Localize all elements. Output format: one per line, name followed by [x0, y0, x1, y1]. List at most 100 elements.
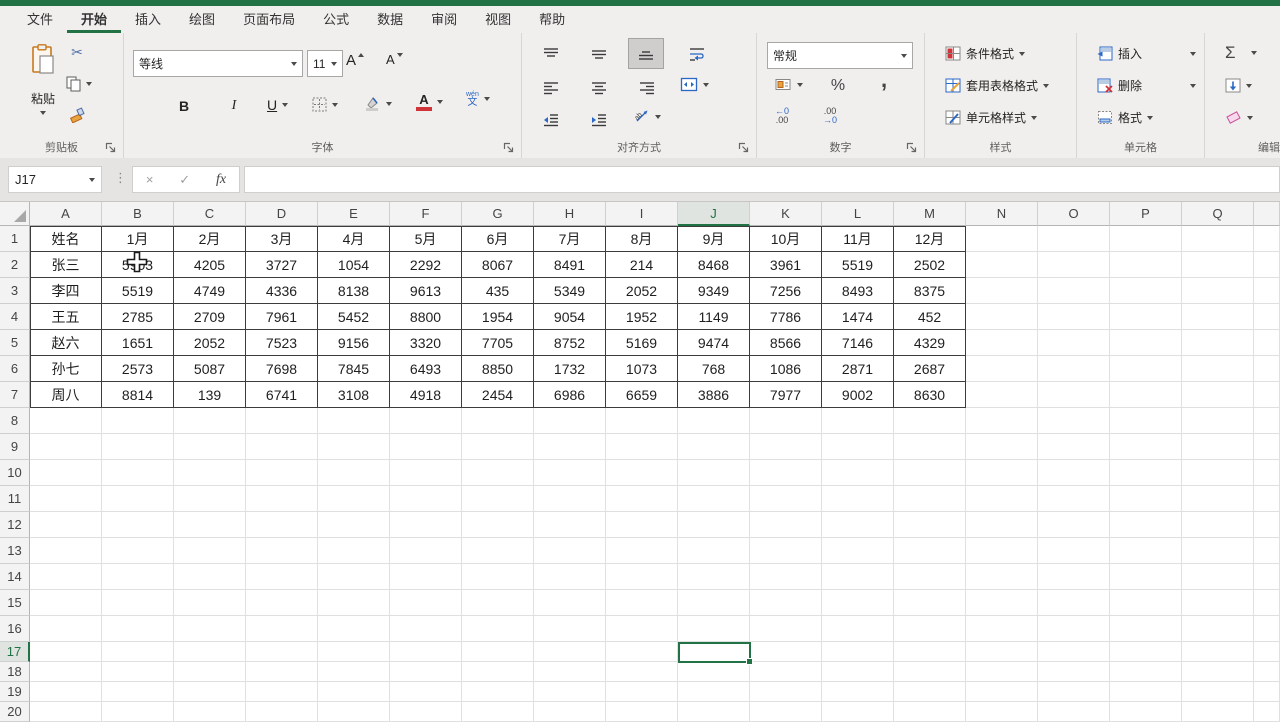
- cell-H18[interactable]: [534, 662, 606, 682]
- cell-K2[interactable]: 3961: [750, 252, 822, 278]
- cell-F20[interactable]: [390, 702, 462, 722]
- cell-partial-3[interactable]: [1254, 278, 1280, 304]
- cell-L12[interactable]: [822, 512, 894, 538]
- cell-C4[interactable]: 2709: [174, 304, 246, 330]
- cell-J2[interactable]: 8468: [678, 252, 750, 278]
- insert-function-icon[interactable]: fx: [216, 172, 226, 188]
- cell-styles-button[interactable]: 单元格样式: [945, 109, 1038, 126]
- cell-C5[interactable]: 2052: [174, 330, 246, 356]
- cell-B11[interactable]: [102, 486, 174, 512]
- cell-J11[interactable]: [678, 486, 750, 512]
- cell-A1[interactable]: 姓名: [30, 226, 102, 252]
- cell-D12[interactable]: [246, 512, 318, 538]
- cell-J14[interactable]: [678, 564, 750, 590]
- orientation-dropdown-icon[interactable]: [655, 114, 661, 119]
- cell-D16[interactable]: [246, 616, 318, 642]
- wrap-text-button[interactable]: [682, 41, 712, 67]
- cell-B16[interactable]: [102, 616, 174, 642]
- cell-B4[interactable]: 2785: [102, 304, 174, 330]
- cell-partial-15[interactable]: [1254, 590, 1280, 616]
- cell-E12[interactable]: [318, 512, 390, 538]
- cell-M18[interactable]: [894, 662, 966, 682]
- column-header-Q[interactable]: Q: [1182, 202, 1254, 226]
- cell-P19[interactable]: [1110, 682, 1182, 702]
- cell-L6[interactable]: 2871: [822, 356, 894, 382]
- cell-P13[interactable]: [1110, 538, 1182, 564]
- cell-L14[interactable]: [822, 564, 894, 590]
- cell-N17[interactable]: [966, 642, 1038, 662]
- cell-Q2[interactable]: [1182, 252, 1254, 278]
- cell-G1[interactable]: 6月: [462, 226, 534, 252]
- column-header-A[interactable]: A: [30, 202, 102, 226]
- cell-partial-20[interactable]: [1254, 702, 1280, 722]
- cell-C18[interactable]: [174, 662, 246, 682]
- cell-B7[interactable]: 8814: [102, 382, 174, 408]
- paste-button[interactable]: 粘贴: [20, 41, 66, 137]
- cell-O10[interactable]: [1038, 460, 1110, 486]
- row-header-6[interactable]: 6: [0, 356, 30, 382]
- cell-Q8[interactable]: [1182, 408, 1254, 434]
- format-cells-button[interactable]: 格式: [1097, 109, 1154, 126]
- cell-partial-6[interactable]: [1254, 356, 1280, 382]
- cell-H12[interactable]: [534, 512, 606, 538]
- cell-B14[interactable]: [102, 564, 174, 590]
- cell-partial-10[interactable]: [1254, 460, 1280, 486]
- cell-J20[interactable]: [678, 702, 750, 722]
- cell-E3[interactable]: 8138: [318, 278, 390, 304]
- cell-A4[interactable]: 王五: [30, 304, 102, 330]
- menu-tab-1[interactable]: 开始: [67, 6, 122, 33]
- cell-N8[interactable]: [966, 408, 1038, 434]
- cell-D5[interactable]: 7523: [246, 330, 318, 356]
- column-header-B[interactable]: B: [102, 202, 174, 226]
- conditional-formatting-button[interactable]: 条件格式: [945, 45, 1026, 62]
- cell-G6[interactable]: 8850: [462, 356, 534, 382]
- cell-I10[interactable]: [606, 460, 678, 486]
- row-header-5[interactable]: 5: [0, 330, 30, 356]
- cell-K8[interactable]: [750, 408, 822, 434]
- cell-I5[interactable]: 5169: [606, 330, 678, 356]
- font-dialog-launcher-icon[interactable]: [503, 142, 514, 153]
- cell-A18[interactable]: [30, 662, 102, 682]
- borders-button[interactable]: [312, 97, 338, 112]
- menu-tab-0[interactable]: 文件: [13, 6, 67, 33]
- cell-C9[interactable]: [174, 434, 246, 460]
- cell-J10[interactable]: [678, 460, 750, 486]
- orientation-button[interactable]: ab: [634, 109, 661, 124]
- decrease-decimal-button[interactable]: .00 →0: [823, 107, 837, 125]
- cell-N2[interactable]: [966, 252, 1038, 278]
- menu-tab-8[interactable]: 视图: [471, 6, 525, 33]
- cell-H2[interactable]: 8491: [534, 252, 606, 278]
- cell-J3[interactable]: 9349: [678, 278, 750, 304]
- column-header-E[interactable]: E: [318, 202, 390, 226]
- cell-D1[interactable]: 3月: [246, 226, 318, 252]
- cell-K3[interactable]: 7256: [750, 278, 822, 304]
- cell-Q11[interactable]: [1182, 486, 1254, 512]
- column-header-J[interactable]: J: [678, 202, 750, 226]
- cell-Q12[interactable]: [1182, 512, 1254, 538]
- cell-F15[interactable]: [390, 590, 462, 616]
- cell-partial-7[interactable]: [1254, 382, 1280, 408]
- increase-decimal-button[interactable]: ←0 .00: [775, 107, 789, 125]
- font-size-combobox[interactable]: 11: [307, 50, 343, 77]
- cell-K16[interactable]: [750, 616, 822, 642]
- cell-E17[interactable]: [318, 642, 390, 662]
- cell-P3[interactable]: [1110, 278, 1182, 304]
- cell-K1[interactable]: 10月: [750, 226, 822, 252]
- cell-A5[interactable]: 赵六: [30, 330, 102, 356]
- cell-J15[interactable]: [678, 590, 750, 616]
- cell-I6[interactable]: 1073: [606, 356, 678, 382]
- column-header-M[interactable]: M: [894, 202, 966, 226]
- cell-L9[interactable]: [822, 434, 894, 460]
- name-box[interactable]: J17: [8, 166, 102, 193]
- cell-P9[interactable]: [1110, 434, 1182, 460]
- cell-G5[interactable]: 7705: [462, 330, 534, 356]
- cell-E6[interactable]: 7845: [318, 356, 390, 382]
- cell-P11[interactable]: [1110, 486, 1182, 512]
- cell-L19[interactable]: [822, 682, 894, 702]
- cell-L20[interactable]: [822, 702, 894, 722]
- column-header-C[interactable]: C: [174, 202, 246, 226]
- cell-partial-17[interactable]: [1254, 642, 1280, 662]
- font-color-button[interactable]: A: [416, 93, 443, 111]
- cell-G19[interactable]: [462, 682, 534, 702]
- increase-indent-button[interactable]: [584, 107, 614, 133]
